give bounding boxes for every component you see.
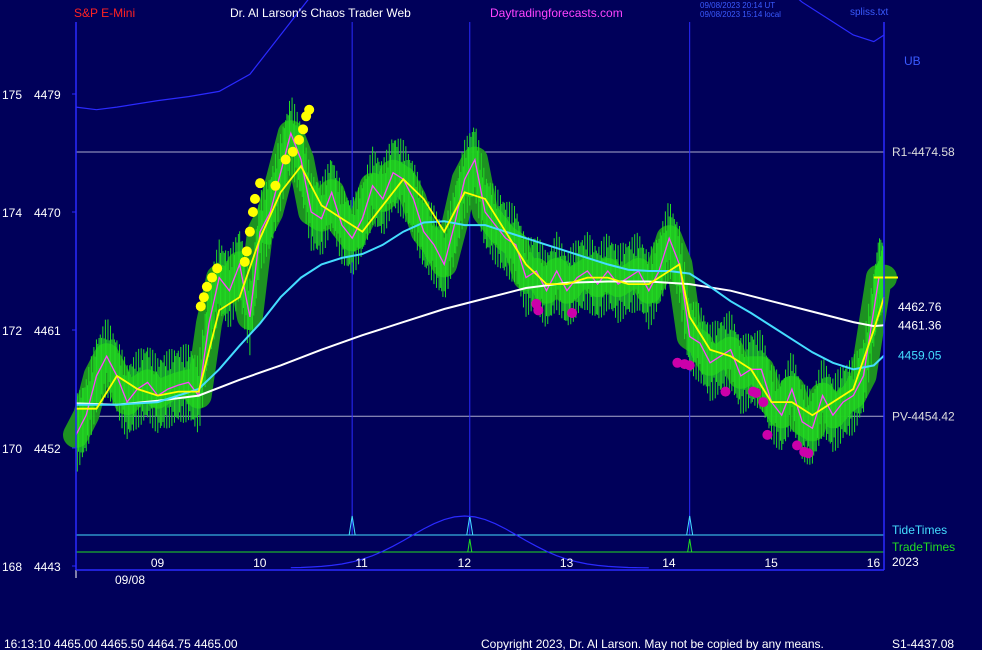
x-tick-label-10: 10 xyxy=(253,556,267,570)
magenta-signal-dot xyxy=(758,397,769,408)
y-tick-label-left-3: 170 xyxy=(2,442,22,456)
tide-times-label: TideTimes xyxy=(892,523,947,537)
yellow-signal-dot xyxy=(198,292,209,303)
y-tick-label-right-4: 4443 xyxy=(34,560,61,574)
yellow-signal-dot xyxy=(280,154,291,165)
yellow-signal-dot xyxy=(212,263,223,274)
y-tick-label-left-2: 172 xyxy=(2,324,22,338)
yellow-signal-dot xyxy=(241,246,252,257)
yellow-signal-dot xyxy=(298,124,309,135)
file-name: spliss.txt xyxy=(850,7,889,18)
chart-canvas: R1-4474.58 PV-4454.42 4462.76 4461.36 4459.… xyxy=(0,0,982,650)
y-tick-label-left-4: 168 xyxy=(2,560,22,574)
x-tick-label-12: 12 xyxy=(458,556,472,570)
y-tick-label-left-1: 174 xyxy=(2,206,22,220)
x-tick-label-11: 11 xyxy=(355,556,368,570)
footer-copyright: Copyright 2023, Dr. Al Larson. May not b… xyxy=(481,637,824,650)
y-tick-label-right-0: 4479 xyxy=(34,88,61,102)
trade-times-label: TradeTimes xyxy=(892,540,955,554)
yellow-signal-dot xyxy=(247,207,258,217)
ma-value-label-2: 4459.05 xyxy=(898,349,942,363)
yellow-signal-dot xyxy=(287,146,298,157)
ma-value-label-0: 4462.76 xyxy=(898,300,942,314)
site-url[interactable]: Daytradingforecasts.com xyxy=(490,6,623,20)
x-tick-label-13: 13 xyxy=(560,556,574,570)
ub-label: UB xyxy=(904,54,921,68)
magenta-signal-dot xyxy=(533,305,544,316)
magenta-signal-dot xyxy=(751,387,762,398)
magenta-signal-dot xyxy=(720,386,731,397)
yellow-signal-dot xyxy=(304,104,315,115)
x-tick-label-09: 09 xyxy=(151,556,165,570)
yellow-signal-dot xyxy=(195,301,206,312)
timestamp-local: 09/08/2023 15:14 local xyxy=(700,10,781,19)
footer-s1-label: S1-4437.08 xyxy=(892,637,954,650)
y-tick-label-left-0: 175 xyxy=(2,88,22,102)
timestamp-utc: 09/08/2023 20:14 UT xyxy=(700,1,775,10)
y-tick-label-right-3: 4452 xyxy=(34,442,61,456)
yellow-signal-dot xyxy=(207,272,218,283)
level-label-0: R1-4474.58 xyxy=(892,145,955,159)
magenta-signal-dot xyxy=(803,448,814,459)
x-tick-label-16: 16 xyxy=(867,556,881,570)
magenta-signal-dot xyxy=(684,360,695,371)
site-title: Dr. Al Larson's Chaos Trader Web xyxy=(230,6,411,20)
yellow-signal-dot xyxy=(249,193,260,204)
y-tick-label-right-1: 4470 xyxy=(34,206,61,220)
yellow-signal-dot xyxy=(270,180,281,191)
x-tick-label-15: 15 xyxy=(764,556,778,570)
yellow-signal-dot xyxy=(239,256,250,267)
yellow-signal-dot xyxy=(255,178,266,189)
date-label: 09/08 xyxy=(115,573,145,587)
y-tick-label-right-2: 4461 xyxy=(34,324,61,338)
magenta-signal-dot xyxy=(762,429,773,440)
year-label: 2023 xyxy=(892,555,919,569)
yellow-signal-dot xyxy=(201,281,212,292)
level-label-1: PV-4454.42 xyxy=(892,409,955,423)
ma-value-label-1: 4461.36 xyxy=(898,318,942,332)
magenta-signal-dot xyxy=(567,307,578,318)
yellow-signal-dot xyxy=(293,134,304,145)
symbol-title: S&P E-Mini xyxy=(74,6,135,20)
x-tick-label-14: 14 xyxy=(662,556,676,570)
footer-quote: 16:13:10 4465.00 4465.50 4464.75 4465.00 xyxy=(4,637,238,650)
yellow-signal-dot xyxy=(244,226,255,237)
